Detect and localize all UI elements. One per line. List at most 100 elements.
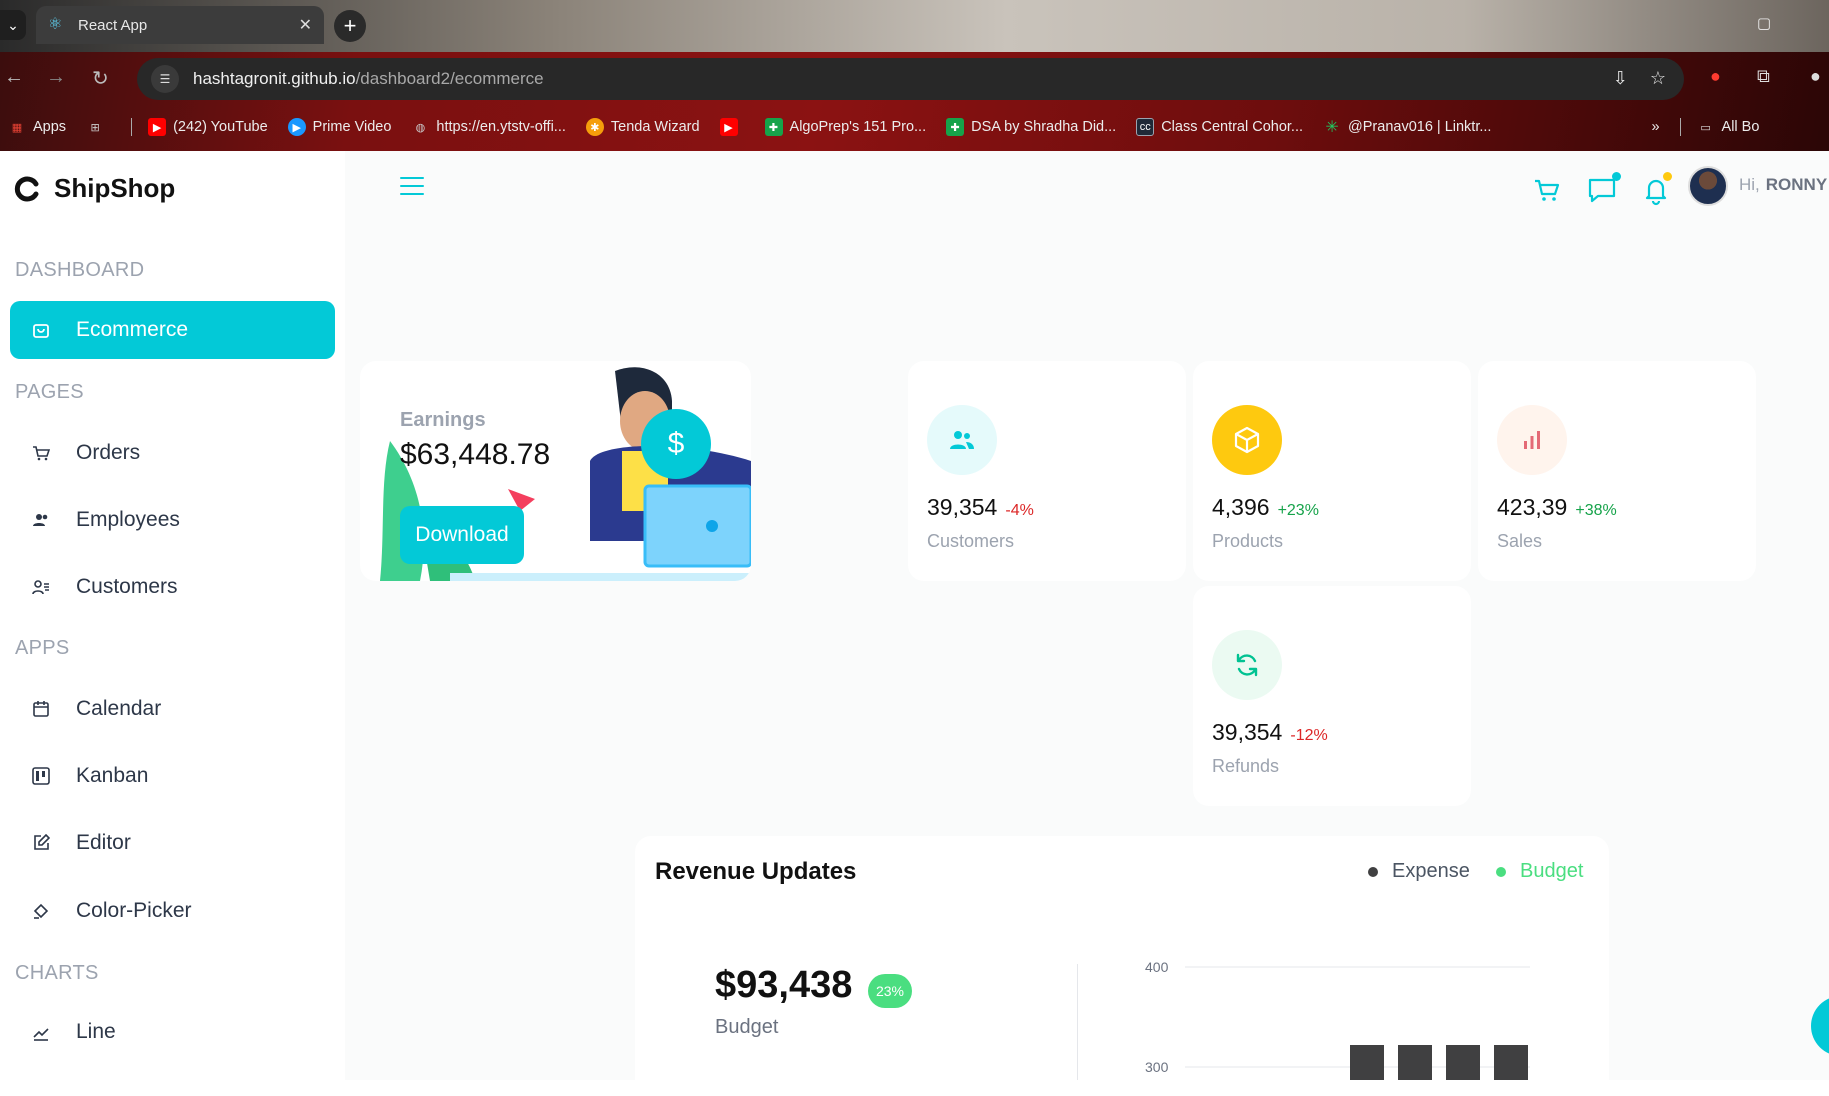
- revenue-bar-chart: 400 300: [1145, 959, 1530, 1080]
- reload-icon[interactable]: ↻: [92, 66, 109, 91]
- close-tab-icon[interactable]: ✕: [299, 15, 312, 35]
- edit-icon: [30, 832, 52, 854]
- cart-icon[interactable]: [1531, 173, 1565, 207]
- sidebar-item-ecommerce[interactable]: Ecommerce: [10, 301, 335, 359]
- legend-budget[interactable]: Budget: [1496, 860, 1583, 883]
- forward-icon[interactable]: →: [46, 66, 66, 89]
- bookmarks-bar: ▦ Apps ⊞ ▶ (242) YouTube ▶ Prime Video ◍…: [0, 112, 1829, 142]
- bookmark-ytstv[interactable]: ◍ https://en.ytstv-offi...: [411, 118, 566, 136]
- customers-change: -4%: [1005, 502, 1034, 519]
- bookmark-separator: [1679, 118, 1681, 136]
- sales-label: Sales: [1497, 531, 1543, 551]
- expense-bar[interactable]: [1398, 1045, 1432, 1080]
- bookmark-apps[interactable]: ▦ Apps: [8, 118, 66, 136]
- customers-icon[interactable]: [927, 405, 997, 475]
- sidebar-item-label: Calendar: [76, 697, 162, 720]
- box-icon[interactable]: [1212, 405, 1282, 475]
- brand-name: ShipShop: [54, 173, 176, 203]
- earnings-value: $63,448.78: [400, 438, 551, 471]
- bookmark-youtube[interactable]: ▶ (242) YouTube: [148, 118, 268, 136]
- bookmark-star-icon[interactable]: ☆: [1650, 68, 1666, 89]
- maximize-window-button[interactable]: ▢: [1757, 14, 1771, 32]
- all-bookmarks[interactable]: ▭ All Bo: [1697, 118, 1759, 136]
- products-label: Products: [1212, 531, 1284, 551]
- refunds-value: 39,354 -12%: [1212, 719, 1328, 745]
- user-greeting[interactable]: Hi, RONNY: [1739, 175, 1827, 195]
- sidebar: ShipShop DASHBOARD Ecommerce PAGES Order…: [0, 151, 345, 1080]
- sidebar-item-customers[interactable]: Customers: [10, 558, 335, 616]
- tab-title: React App: [78, 16, 148, 34]
- sidebar-item-label: Editor: [76, 831, 131, 854]
- globe-icon: ◍: [415, 121, 426, 134]
- users-icon: [30, 509, 52, 531]
- class-central-icon: cc: [1136, 118, 1155, 136]
- bookmark-tenda[interactable]: ✱ Tenda Wizard: [585, 118, 700, 136]
- bar-chart-icon[interactable]: [1497, 405, 1567, 475]
- expense-bar[interactable]: [1446, 1045, 1480, 1080]
- extension-icon[interactable]: ●: [1710, 66, 1721, 87]
- earnings-label: Earnings: [400, 409, 486, 431]
- refunds-label: Refunds: [1212, 756, 1280, 776]
- cart-icon: [30, 442, 52, 464]
- sidebar-item-line[interactable]: Line: [10, 1003, 335, 1061]
- section-charts: CHARTS: [15, 962, 99, 984]
- expense-bar[interactable]: [1494, 1045, 1528, 1080]
- new-tab-button[interactable]: +: [334, 10, 366, 42]
- y-tick-label: 400: [1145, 959, 1169, 975]
- bell-notification-dot: [1663, 172, 1672, 181]
- back-icon[interactable]: ←: [4, 66, 24, 89]
- url-host: hashtagronit.github.io: [193, 69, 356, 88]
- budget-label: Budget: [715, 1016, 779, 1038]
- bookmark-linktree[interactable]: ✳ @Pranav016 | Linktr...: [1323, 118, 1491, 136]
- react-icon: ⚛: [48, 16, 63, 33]
- sidebar-item-color-picker[interactable]: Color-Picker: [10, 882, 335, 940]
- extensions-puzzle-icon[interactable]: ⧉: [1757, 66, 1770, 87]
- apps-grid-icon: ▦: [11, 121, 23, 134]
- app: ShipShop DASHBOARD Ecommerce PAGES Order…: [0, 151, 1829, 1096]
- address-bar[interactable]: ☰ hashtagronit.github.io /dashboard2/eco…: [137, 58, 1684, 100]
- sidebar-item-label: Kanban: [76, 764, 149, 787]
- sidebar-item-employees[interactable]: Employees: [10, 491, 335, 549]
- customers-label: Customers: [927, 531, 1015, 551]
- prime-video-icon: ▶: [287, 118, 306, 136]
- brand-link[interactable]: ShipShop: [14, 173, 175, 204]
- menu-toggle-button[interactable]: [400, 177, 424, 201]
- sales-change: +38%: [1575, 502, 1617, 519]
- refunds-change: -12%: [1290, 727, 1328, 744]
- budget-value: $93,438: [715, 964, 853, 1006]
- expense-bar[interactable]: [1350, 1045, 1384, 1080]
- sidebar-item-label: Customers: [76, 575, 178, 598]
- bookmark-grid[interactable]: ⊞: [86, 118, 111, 136]
- customers-value: 39,354 -4%: [927, 494, 1034, 520]
- user-list-icon: [30, 576, 52, 598]
- tenda-icon: ✱: [585, 118, 604, 136]
- browser-tab[interactable]: ⚛ React App ✕: [36, 6, 324, 44]
- site-info-icon[interactable]: ☰: [151, 65, 179, 93]
- chat-notification-dot: [1612, 172, 1621, 181]
- profile-icon[interactable]: ●: [1810, 66, 1821, 87]
- bookmark-prime-video[interactable]: ▶ Prime Video: [287, 118, 391, 136]
- dollar-icon: $: [641, 409, 711, 479]
- legend-expense[interactable]: Expense: [1368, 860, 1470, 883]
- sidebar-item-orders[interactable]: Orders: [10, 424, 335, 482]
- bookmark-youtube-2[interactable]: ▶: [719, 118, 745, 136]
- youtube-icon: ▶: [148, 118, 167, 136]
- more-bookmarks-icon[interactable]: »: [1651, 119, 1659, 135]
- install-app-icon[interactable]: ⇩: [1613, 68, 1628, 89]
- brand-logo-icon: [14, 176, 39, 201]
- tab-search-button[interactable]: ⌄: [0, 10, 26, 40]
- avatar[interactable]: [1688, 166, 1728, 206]
- bookmark-dsa[interactable]: ✚ DSA by Shradha Did...: [946, 118, 1116, 136]
- bookmark-algoprep[interactable]: ✚ AlgoPrep's 151 Pro...: [764, 118, 926, 136]
- refresh-icon[interactable]: [1212, 630, 1282, 700]
- sheets-icon: ✚: [764, 118, 783, 136]
- bookmark-class-central[interactable]: cc Class Central Cohor...: [1136, 118, 1303, 136]
- url-path: /dashboard2/ecommerce: [355, 69, 544, 88]
- section-dashboard: DASHBOARD: [15, 259, 145, 281]
- products-value: 4,396 +23%: [1212, 494, 1319, 520]
- sidebar-item-calendar[interactable]: Calendar: [10, 680, 335, 738]
- download-button[interactable]: Download: [400, 506, 524, 564]
- grid-icon: ⊞: [90, 121, 100, 134]
- sidebar-item-editor[interactable]: Editor: [10, 814, 335, 872]
- sidebar-item-kanban[interactable]: Kanban: [10, 747, 335, 805]
